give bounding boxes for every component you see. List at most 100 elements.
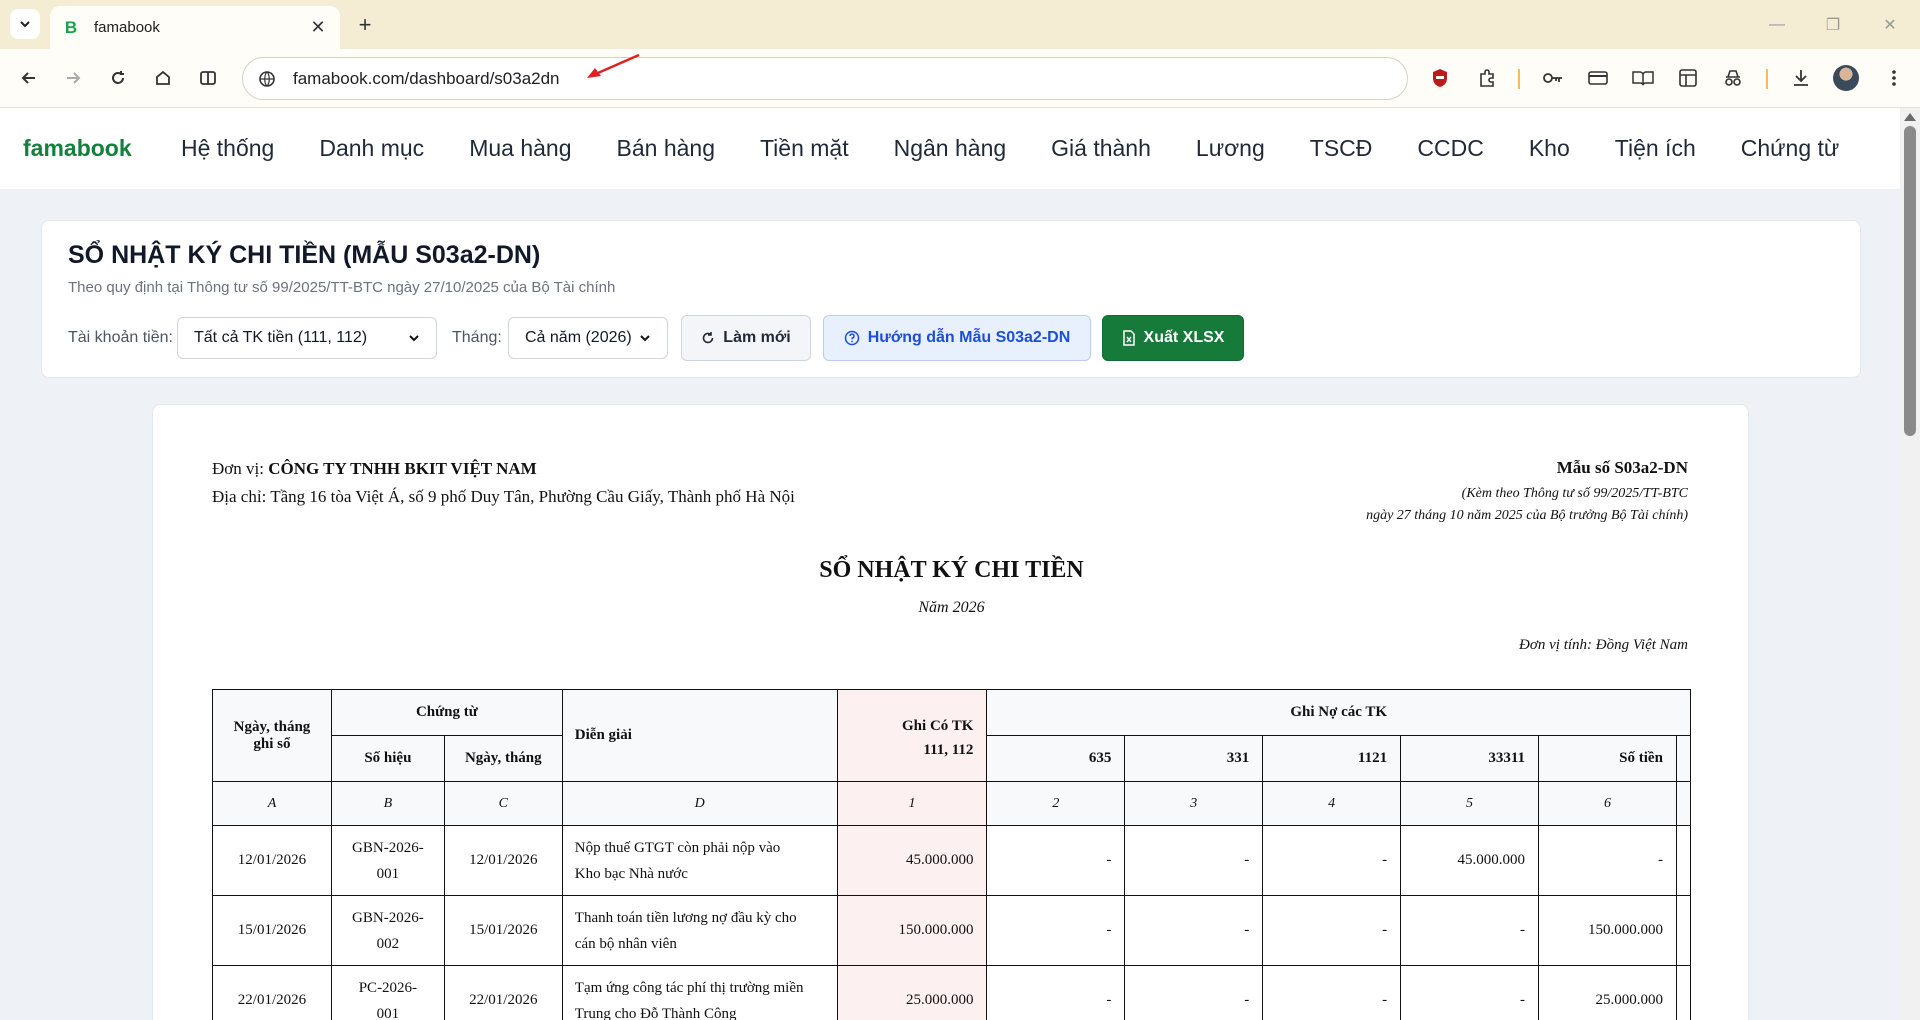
- company-unit: Đơn vị: CÔNG TY TNHH BKIT VIỆT NAM: [212, 459, 537, 479]
- url-text[interactable]: famabook.com/dashboard/s03a2dn: [293, 69, 560, 89]
- profile-avatar[interactable]: [1833, 65, 1859, 91]
- home-button[interactable]: [148, 63, 178, 93]
- browser-menu-button[interactable]: [1879, 63, 1909, 93]
- browser-tab-active[interactable]: B famabook ✕: [50, 6, 340, 49]
- month-label: Tháng:: [452, 329, 502, 346]
- header-text: ghi sổ: [253, 735, 291, 752]
- incognito-icon: [1725, 70, 1741, 86]
- nav-chung-tu[interactable]: Chứng từ: [1741, 135, 1840, 162]
- new-tab-button[interactable]: +: [352, 12, 378, 38]
- header-credit: Ghi Có TK 111, 112: [836, 689, 988, 782]
- account-select[interactable]: Tất cả TK tiền (111, 112): [177, 317, 437, 359]
- spacer-cell: [1675, 895, 1692, 966]
- cell-debit-635: -: [986, 895, 1126, 966]
- chevron-down-icon: [20, 21, 30, 28]
- address-value: Tầng 16 tòa Việt Á, số 9 phố Duy Tân, Ph…: [270, 487, 795, 506]
- spacer-cell: [1675, 781, 1692, 826]
- report-year: Năm 2026: [918, 599, 985, 616]
- site-info-icon[interactable]: [257, 69, 277, 89]
- month-select[interactable]: Cả năm (2026): [508, 317, 668, 359]
- spacer-cell: [1675, 965, 1692, 1020]
- scrollbar-thumb[interactable]: [1904, 126, 1916, 436]
- nav-he-thong[interactable]: Hệ thống: [181, 135, 274, 162]
- page-subtitle: Theo quy định tại Thông tư số 99/2025/TT…: [68, 279, 616, 296]
- cell-credit: 150.000.000: [836, 895, 988, 966]
- tab-grid-button[interactable]: [1673, 63, 1703, 93]
- nav-ban-hang[interactable]: Bán hàng: [617, 135, 715, 162]
- help-circle-icon: [844, 330, 859, 346]
- nav-tscd[interactable]: TSCĐ: [1310, 135, 1373, 162]
- shield-extension-button[interactable]: [1425, 63, 1455, 93]
- nav-ccdc[interactable]: CCDC: [1417, 135, 1483, 162]
- guide-button-label: Hướng dẫn Mẫu S03a2-DN: [867, 329, 1071, 346]
- reading-mode-button[interactable]: [1628, 63, 1658, 93]
- grid-icon: [1679, 69, 1697, 87]
- letter-cell: 4: [1262, 781, 1402, 826]
- account-label: Tài khoản tiền:: [68, 329, 173, 346]
- credit-card-icon: [1588, 71, 1608, 85]
- cell-debit-331: -: [1124, 825, 1264, 896]
- refresh-button[interactable]: Làm mới: [681, 315, 811, 361]
- red-arrow-annotation-icon: [587, 53, 640, 78]
- cell-date: 22/01/2026: [212, 965, 332, 1020]
- incognito-button[interactable]: [1718, 63, 1748, 93]
- extensions-button[interactable]: [1472, 63, 1502, 93]
- header-text: Ghi Có TK: [902, 718, 974, 734]
- shield-icon: [1433, 69, 1447, 87]
- cell-credit: 25.000.000: [836, 965, 988, 1020]
- nav-mua-hang[interactable]: Mua hàng: [469, 135, 571, 162]
- split-view-icon: [200, 71, 216, 85]
- month-select-value: Cả năm (2026): [525, 329, 632, 346]
- nav-kho[interactable]: Kho: [1529, 135, 1570, 162]
- table-row[interactable]: 22/01/2026 PC-2026- 001 22/01/2026 Tạm ứn…: [212, 965, 1692, 1020]
- cell-debit-33311: -: [1400, 965, 1539, 1020]
- export-xlsx-button[interactable]: Xuất XLSX: [1102, 315, 1244, 361]
- close-tab-icon[interactable]: ✕: [308, 17, 328, 38]
- cell-text: Tạm ứng công tác phí thị trường miền: [574, 979, 804, 996]
- scroll-up-icon[interactable]: [1904, 113, 1916, 121]
- cell-description: Nộp thuế GTGT còn phải nộp vào Kho bạc Nh…: [561, 825, 838, 896]
- guide-button[interactable]: Hướng dẫn Mẫu S03a2-DN: [823, 315, 1091, 361]
- download-icon: [1794, 70, 1808, 86]
- cell-debit-33311: 45.000.000: [1400, 825, 1539, 896]
- close-window-icon[interactable]: ✕: [1876, 12, 1904, 38]
- browser-tabbar: B famabook ✕ + — ❐ ✕: [0, 0, 1920, 49]
- nav-tien-ich[interactable]: Tiện ích: [1615, 135, 1696, 162]
- cell-date: 15/01/2026: [212, 895, 332, 966]
- form-reference-line2: ngày 27 tháng 10 năm 2025 của Bộ trưởng …: [1366, 508, 1688, 523]
- cell-text: 002: [376, 935, 400, 952]
- brand-logo[interactable]: famabook: [23, 135, 181, 162]
- cell-text: GBN-2026-: [352, 839, 424, 856]
- nav-danh-muc[interactable]: Danh mục: [319, 135, 424, 162]
- nav-ngan-hang[interactable]: Ngân hàng: [894, 135, 1007, 162]
- account-select-value: Tất cả TK tiền (111, 112): [194, 329, 368, 346]
- export-button-label: Xuất XLSX: [1143, 329, 1225, 346]
- forward-button[interactable]: [58, 63, 88, 93]
- table-row[interactable]: 12/01/2026 GBN-2026- 001 12/01/2026 Nộp t…: [212, 825, 1692, 896]
- back-button[interactable]: [14, 63, 44, 93]
- table-header-row: Ngày, tháng ghi sổ Chứng từ Diễn giải Gh…: [212, 689, 1691, 782]
- cell-voucher-date: 15/01/2026: [443, 895, 563, 966]
- chevron-down-icon: [640, 335, 650, 342]
- table-row[interactable]: 15/01/2026 GBN-2026- 002 15/01/2026 Thanh…: [212, 895, 1692, 966]
- cell-voucher-no: PC-2026- 001: [330, 965, 445, 1020]
- minimize-window-icon[interactable]: —: [1763, 12, 1791, 38]
- cell-voucher-no: GBN-2026- 001: [330, 825, 445, 896]
- key-icon: [1543, 73, 1562, 83]
- cell-text: cán bộ nhân viên: [574, 935, 677, 952]
- nav-luong[interactable]: Lương: [1196, 135, 1265, 162]
- toolbar-separator: [1518, 69, 1520, 89]
- passwords-button[interactable]: [1538, 63, 1568, 93]
- restore-window-icon[interactable]: ❐: [1819, 12, 1847, 38]
- tab-list-button[interactable]: [10, 9, 40, 39]
- famabook-favicon-icon: B: [64, 17, 78, 37]
- cell-debit-635: -: [986, 825, 1126, 896]
- payment-methods-button[interactable]: [1583, 63, 1613, 93]
- reload-button[interactable]: [103, 63, 133, 93]
- split-view-button[interactable]: [193, 63, 223, 93]
- downloads-button[interactable]: [1786, 63, 1816, 93]
- address-bar[interactable]: famabook.com/dashboard/s03a2dn: [242, 53, 1408, 100]
- nav-gia-thanh[interactable]: Giá thành: [1051, 135, 1151, 162]
- nav-tien-mat[interactable]: Tiền mặt: [760, 135, 849, 162]
- cell-text: 001: [376, 1005, 400, 1020]
